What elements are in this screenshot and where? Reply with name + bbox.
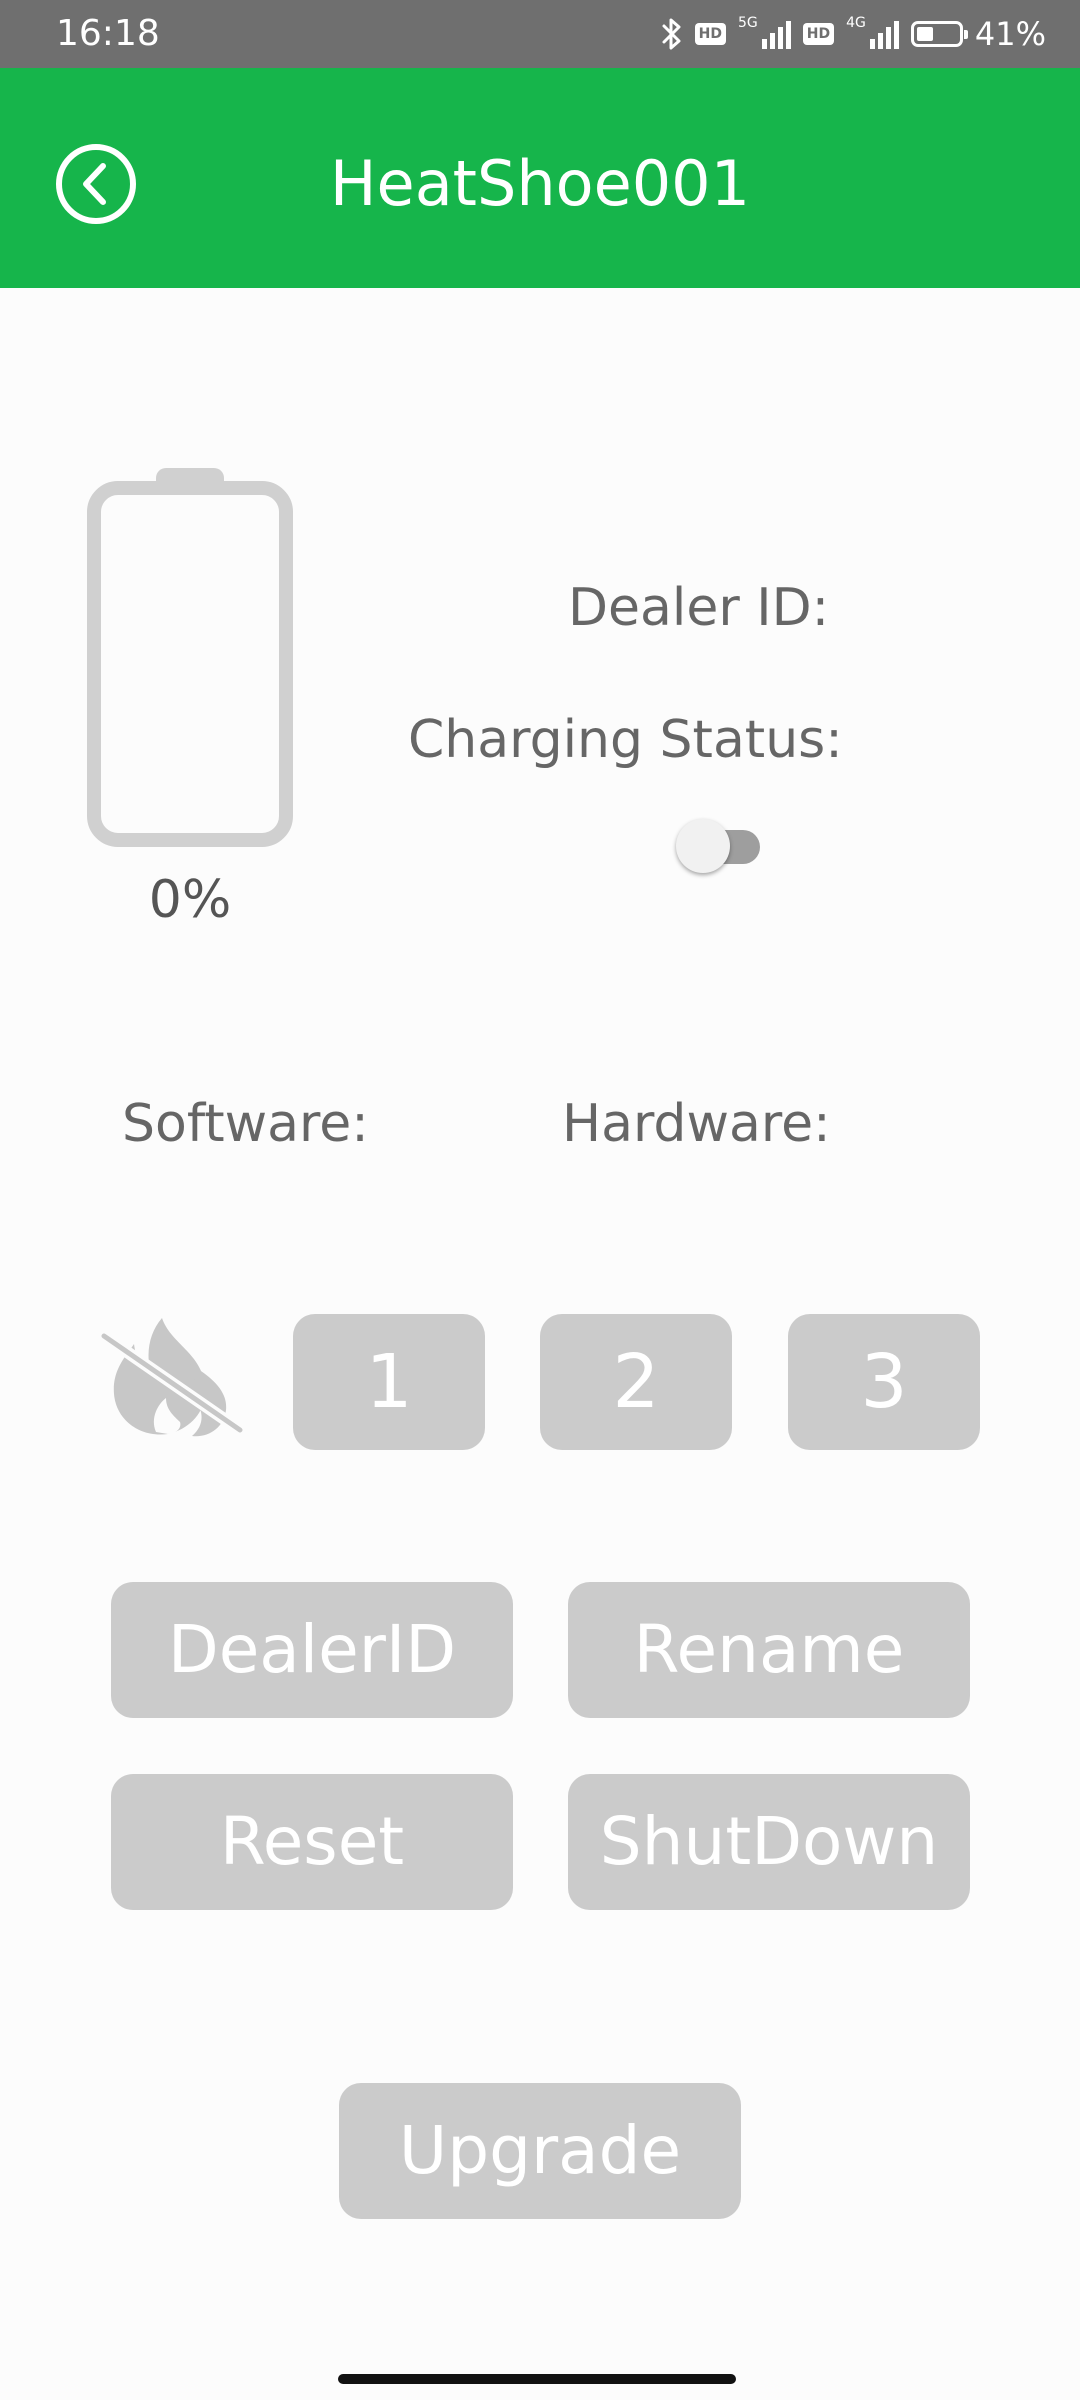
- dealer-id-label: Dealer ID:: [568, 578, 830, 638]
- screen: 16:18 HD 5G HD 4G 41% HeatShoe001 0% Dea…: [0, 0, 1080, 2400]
- shutdown-button[interactable]: ShutDown: [568, 1774, 970, 1910]
- heat-level-3-button[interactable]: 3: [788, 1314, 980, 1450]
- fire-off-icon[interactable]: [100, 1306, 246, 1446]
- device-battery-icon: [87, 468, 293, 847]
- network-label-5g: 5G: [738, 15, 758, 31]
- reset-button[interactable]: Reset: [111, 1774, 513, 1910]
- battery-icon: [910, 21, 968, 47]
- hd-badge-2: HD: [802, 23, 835, 45]
- bluetooth-icon: [662, 18, 681, 50]
- page-title: HeatShoe001: [329, 147, 751, 220]
- home-indicator[interactable]: [338, 2374, 736, 2384]
- signal-icon: [761, 19, 791, 49]
- battery-percent: 41%: [974, 15, 1046, 53]
- status-bar: 16:18 HD 5G HD 4G 41%: [0, 0, 1080, 68]
- hd-badge-1: HD: [694, 23, 726, 45]
- battery-fill: [916, 27, 933, 41]
- rename-button[interactable]: Rename: [568, 1582, 970, 1718]
- heat-level-2-button[interactable]: 2: [540, 1314, 732, 1450]
- dealer-id-button[interactable]: DealerID: [111, 1582, 513, 1718]
- software-label: Software:: [122, 1094, 369, 1154]
- status-icons: HD 5G HD 4G 41%: [661, 12, 1046, 56]
- status-time: 16:18: [56, 13, 160, 54]
- network-label-4g: 4G: [846, 15, 866, 31]
- upgrade-button[interactable]: Upgrade: [339, 2083, 741, 2219]
- charging-status-label: Charging Status:: [408, 710, 843, 770]
- device-battery-percent: 0%: [148, 870, 232, 930]
- hardware-label: Hardware:: [562, 1094, 831, 1154]
- signal-icon: [869, 19, 899, 49]
- app-bar: HeatShoe001: [0, 68, 1080, 288]
- toggle-knob: [676, 819, 730, 873]
- heat-level-1-button[interactable]: 1: [293, 1314, 485, 1450]
- charging-status-toggle[interactable]: [676, 816, 764, 873]
